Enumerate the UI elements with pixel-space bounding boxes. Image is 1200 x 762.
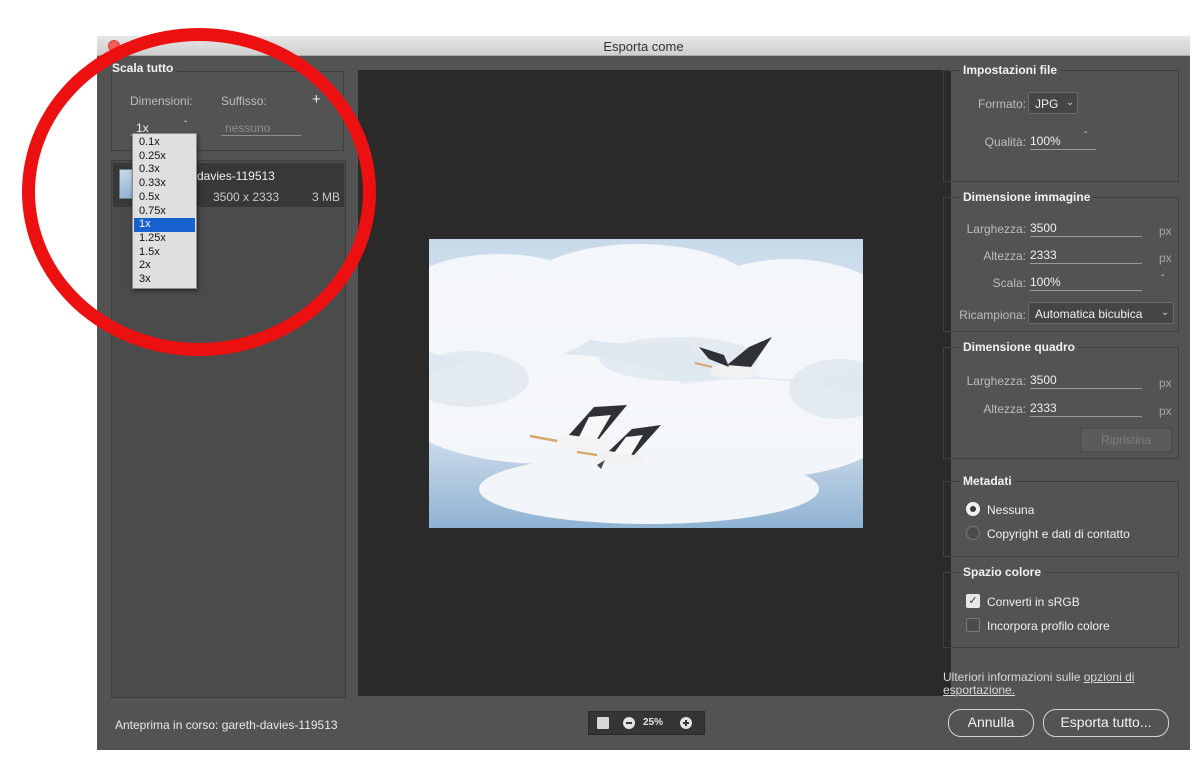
more-info-prefix: Ulteriori informazioni sulle — [943, 670, 1084, 684]
image-height-input[interactable]: 2333 — [1030, 247, 1142, 264]
image-width-label: Larghezza: — [966, 222, 1026, 236]
canvas-width-label: Larghezza: — [966, 374, 1026, 388]
convert-srgb-label[interactable]: Converti in sRGB — [987, 595, 1080, 609]
chevron-down-icon: ⌄ — [1066, 97, 1075, 108]
chevron-down-icon: ˇ — [1084, 131, 1088, 142]
resample-select[interactable]: Automatica bicubica ⌄ — [1028, 302, 1174, 324]
convert-srgb-checkbox[interactable]: ✓ — [966, 594, 980, 608]
metadata-group: Metadati Nessuna Copyright e dati di con… — [943, 474, 1179, 557]
zoom-out-icon[interactable] — [623, 717, 635, 729]
image-height-value: 2333 — [1030, 248, 1057, 262]
color-space-group: Spazio colore ✓ Converti in sRGB Incorpo… — [943, 565, 1179, 648]
reset-button[interactable]: Ripristina — [1080, 428, 1172, 452]
canvas-height-label: Altezza: — [983, 402, 1026, 416]
image-size-title: Dimensione immagine — [960, 190, 1094, 204]
preview-image — [429, 239, 863, 528]
color-space-title: Spazio colore — [960, 565, 1045, 579]
metadata-title: Metadati — [960, 474, 1015, 488]
zoom-in-icon[interactable] — [680, 717, 692, 729]
file-settings-title: Impostazioni file — [960, 63, 1061, 77]
quality-label: Qualità: — [984, 135, 1026, 149]
canvas-height-input[interactable]: 2333 — [1030, 400, 1142, 417]
embed-profile-checkbox[interactable] — [966, 618, 980, 632]
image-width-value: 3500 — [1030, 221, 1057, 235]
image-height-label: Altezza: — [983, 249, 1026, 263]
image-width-input[interactable]: 3500 — [1030, 220, 1142, 237]
export-all-button[interactable]: Esporta tutto... — [1043, 709, 1169, 737]
resample-label: Ricampiona: — [959, 308, 1026, 322]
preview-status: Anteprima in corso: gareth-davies-119513 — [115, 718, 338, 732]
format-label: Formato: — [977, 97, 1026, 111]
image-size-group: Dimensione immagine Larghezza: 3500 px A… — [943, 190, 1179, 332]
fit-to-view-icon[interactable] — [597, 717, 609, 729]
zoom-level: 25% — [643, 717, 664, 728]
preview-canvas[interactable] — [358, 70, 951, 696]
resample-value: Automatica bicubica — [1035, 307, 1143, 321]
image-height-unit: px — [1159, 251, 1172, 265]
format-select[interactable]: JPG ⌄ — [1028, 92, 1078, 114]
canvas-width-value: 3500 — [1030, 373, 1057, 387]
canvas-size-title: Dimensione quadro — [960, 340, 1079, 354]
chevron-down-icon: ⌄ — [1161, 307, 1170, 318]
more-info-text: Ulteriori informazioni sulle opzioni di … — [943, 671, 1183, 697]
canvas-width-input[interactable]: 3500 — [1030, 372, 1142, 389]
metadata-copyright-label[interactable]: Copyright e dati di contatto — [987, 527, 1130, 541]
embed-profile-label[interactable]: Incorpora profilo colore — [987, 619, 1110, 633]
quality-value: 100% — [1030, 134, 1061, 148]
image-scale-label: Scala: — [992, 276, 1026, 290]
zoom-controls: 25% — [588, 711, 705, 735]
chevron-down-icon[interactable]: ˇ — [1161, 274, 1164, 285]
file-settings-group: Impostazioni file Formato: JPG ⌄ Qualità… — [943, 63, 1179, 182]
canvas-width-unit: px — [1159, 376, 1172, 390]
quality-select[interactable]: 100% ˇ — [1030, 131, 1096, 150]
metadata-none-radio[interactable] — [966, 502, 980, 516]
metadata-copyright-radio[interactable] — [966, 526, 980, 540]
image-scale-value: 100% — [1030, 275, 1061, 289]
metadata-none-label[interactable]: Nessuna — [987, 503, 1034, 517]
canvas-size-group: Dimensione quadro Larghezza: 3500 px Alt… — [943, 340, 1179, 459]
cancel-button[interactable]: Annulla — [948, 709, 1034, 737]
canvas-height-value: 2333 — [1030, 401, 1057, 415]
image-scale-input[interactable]: 100% — [1030, 274, 1142, 291]
red-circle-annotation — [22, 28, 376, 356]
format-value: JPG — [1035, 97, 1059, 111]
sky-with-pelicans-image — [429, 239, 863, 528]
canvas-height-unit: px — [1159, 404, 1172, 418]
image-width-unit: px — [1159, 224, 1172, 238]
